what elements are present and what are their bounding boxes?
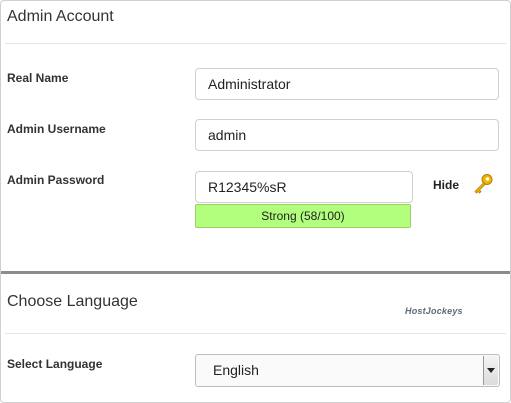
admin-username-label: Admin Username: [7, 122, 106, 136]
admin-password-input[interactable]: [195, 171, 413, 203]
real-name-label: Real Name: [7, 71, 69, 85]
password-strength-meter: Strong (58/100): [195, 204, 411, 228]
admin-account-heading: Admin Account: [7, 8, 114, 25]
language-select-value: English: [213, 362, 259, 378]
installer-panel: Admin Account Real Name Admin Username A…: [0, 0, 511, 403]
admin-password-label: Admin Password: [7, 173, 105, 187]
language-title-divider: [5, 333, 506, 334]
hostjockeys-watermark: HostJockeys: [405, 306, 463, 316]
chevron-down-icon[interactable]: [483, 356, 498, 385]
language-select[interactable]: English: [195, 354, 500, 387]
hide-password-link[interactable]: Hide: [433, 178, 459, 192]
real-name-input[interactable]: [195, 68, 499, 100]
section-divider: [1, 271, 510, 274]
admin-username-input[interactable]: [195, 119, 499, 151]
select-language-label: Select Language: [7, 357, 103, 371]
title-divider: [5, 43, 506, 44]
choose-language-heading: Choose Language: [7, 293, 138, 310]
key-icon[interactable]: [471, 172, 495, 196]
